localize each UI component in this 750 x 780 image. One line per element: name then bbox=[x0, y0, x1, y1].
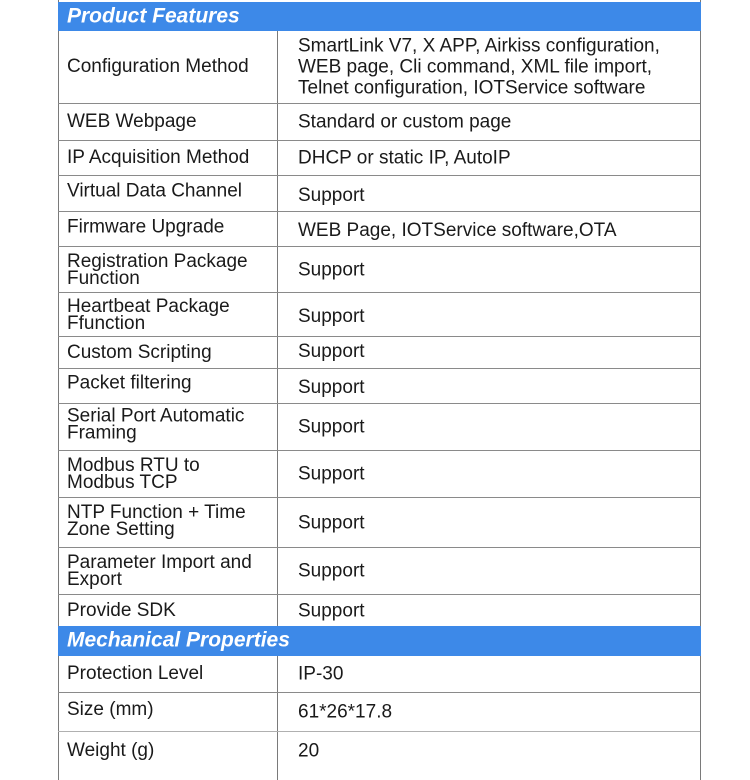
row-value: Support bbox=[298, 512, 365, 533]
table-row: Registration Package Function Support bbox=[58, 247, 700, 293]
section-header-mechanical-properties: Mechanical Properties bbox=[58, 626, 701, 656]
row-value: Support bbox=[298, 377, 365, 399]
row-value: IP-30 bbox=[298, 663, 344, 685]
row-label: Protection Level bbox=[67, 663, 204, 684]
table-row: WEB Webpage Standard or custom page bbox=[58, 104, 700, 141]
table-row: NTP Function + Time Zone Setting Support bbox=[58, 498, 700, 548]
row-value: 20 bbox=[298, 740, 320, 762]
table-right-border bbox=[700, 0, 701, 780]
table-row: Protection Level IP-30 bbox=[58, 656, 700, 693]
row-value: WEB Page, IOTService software,OTA bbox=[298, 220, 617, 242]
table-row: Serial Port Automatic Framing Support bbox=[58, 404, 700, 451]
row-label: IP Acquisition Method bbox=[67, 147, 250, 168]
section-title: Mechanical Properties bbox=[67, 628, 290, 652]
row-value: DHCP or static IP, AutoIP bbox=[298, 147, 511, 169]
row-label: WEB Webpage bbox=[67, 111, 197, 132]
row-value: 61*26*17.8 bbox=[298, 701, 393, 723]
row-value: Support bbox=[298, 463, 365, 485]
row-label: Modbus RTU to Modbus TCP bbox=[67, 455, 200, 493]
row-label: Firmware Upgrade bbox=[67, 216, 225, 238]
table-row: IP Acquisition Method DHCP or static IP,… bbox=[58, 141, 700, 176]
row-label: Custom Scripting bbox=[67, 341, 212, 363]
row-value: Support bbox=[298, 259, 365, 280]
row-value: Support bbox=[298, 560, 365, 582]
table-row: Heartbeat Package Ffunction Support bbox=[58, 293, 700, 337]
table-row: Provide SDK Support bbox=[58, 595, 700, 626]
row-value: SmartLink V7, X APP, Airkiss configurati… bbox=[298, 35, 660, 99]
row-label: Weight (g) bbox=[67, 740, 155, 761]
row-label: Configuration Method bbox=[67, 56, 249, 77]
row-label: Registration Package Function bbox=[67, 250, 248, 289]
row-label: Serial Port Automatic Framing bbox=[67, 405, 245, 444]
table-row: Weight (g) 20 bbox=[58, 732, 700, 770]
section-title: Product Features bbox=[67, 4, 240, 28]
row-label: Packet filtering bbox=[67, 372, 192, 394]
row-label: Provide SDK bbox=[67, 599, 176, 621]
table-row: Configuration Method SmartLink V7, X APP… bbox=[58, 31, 700, 104]
table-row: Firmware Upgrade WEB Page, IOTService so… bbox=[58, 212, 700, 247]
table-row: Virtual Data Channel Support bbox=[58, 176, 700, 212]
row-label: Size (mm) bbox=[67, 699, 154, 720]
row-value: Support bbox=[298, 340, 365, 362]
row-label: NTP Function + Time Zone Setting bbox=[67, 501, 246, 540]
table-row: Size (mm) 61*26*17.8 bbox=[58, 693, 700, 732]
table-row: Packet filtering Support bbox=[58, 369, 700, 404]
row-value: Support bbox=[298, 600, 365, 621]
row-label: Virtual Data Channel bbox=[67, 180, 242, 202]
table-row: Parameter Import and Export Support bbox=[58, 548, 700, 595]
row-value: Support bbox=[298, 416, 365, 438]
row-label: Heartbeat Package Ffunction bbox=[67, 295, 230, 334]
section-header-product-features: Product Features bbox=[58, 2, 701, 31]
row-value: Standard or custom page bbox=[298, 111, 512, 133]
spec-table: Product Features Configuration Method Sm… bbox=[58, 0, 701, 780]
row-value: Support bbox=[298, 305, 365, 327]
table-row: Custom Scripting Support bbox=[58, 337, 700, 369]
table-row: Modbus RTU to Modbus TCP Support bbox=[58, 451, 700, 498]
row-label: Parameter Import and Export bbox=[67, 552, 252, 590]
row-value: Support bbox=[298, 184, 365, 206]
